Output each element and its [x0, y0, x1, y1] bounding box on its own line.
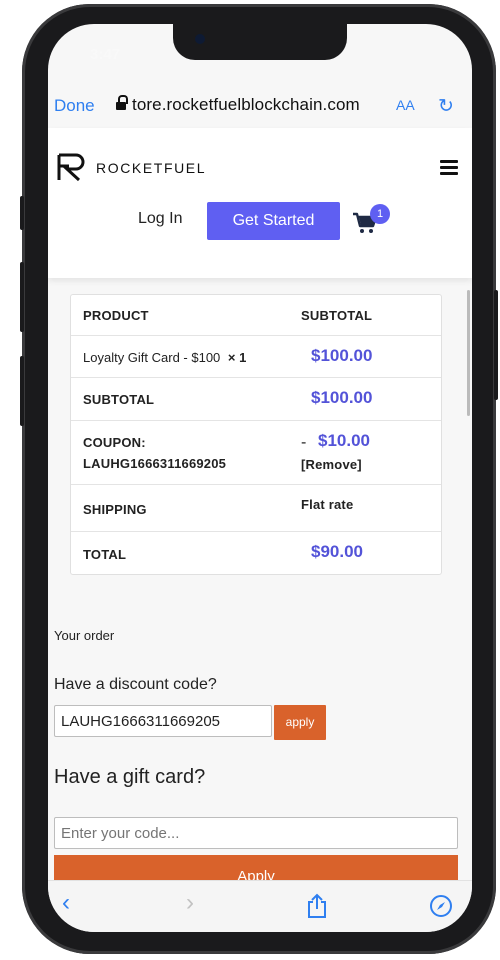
text-size-button[interactable]: AA: [396, 97, 415, 113]
browser-toolbar: ‹ ›: [48, 880, 472, 932]
gift-card-input[interactable]: [54, 817, 458, 849]
item-name-text: Loyalty Gift Card - $100: [83, 350, 221, 365]
forward-icon[interactable]: ›: [186, 891, 194, 915]
total-value: $90.00: [311, 542, 363, 561]
coupon-remove-link[interactable]: [Remove]: [301, 457, 362, 472]
discount-label: Have a discount code?: [54, 676, 217, 693]
item-price: $100.00: [311, 346, 373, 365]
your-order-label: Your order: [54, 628, 115, 643]
coupon-code: LAUHG1666311669205: [83, 456, 227, 471]
total-label: TOTAL: [83, 547, 127, 562]
coupon-value: $10.00: [318, 431, 370, 450]
logo[interactable]: ROCKETFUEL: [56, 152, 256, 182]
shipping-value: Flat rate: [301, 497, 354, 512]
side-button-silent: [20, 196, 24, 230]
brand-name: ROCKETFUEL: [96, 160, 207, 176]
table-row-shipping: SHIPPING Flat rate: [71, 485, 441, 532]
shipping-label: SHIPPING: [83, 502, 147, 517]
side-button-volume-down: [20, 356, 24, 426]
coupon-label: COUPON:: [83, 435, 146, 450]
side-button-power: [494, 290, 498, 400]
col-subtotal: SUBTOTAL: [301, 308, 373, 323]
lock-icon: [116, 95, 128, 112]
col-product: PRODUCT: [83, 308, 149, 323]
site-header: ROCKETFUEL Log In Get Started 1: [48, 128, 472, 278]
gift-card-label: Have a gift card?: [54, 766, 206, 788]
reload-icon[interactable]: ↻: [438, 95, 454, 118]
login-link[interactable]: Log In: [138, 210, 182, 228]
compass-icon[interactable]: [429, 894, 453, 918]
coupon-minus: -: [301, 434, 307, 451]
table-row-coupon: COUPON: LAUHG1666311669205 - $10.00 [Rem…: [71, 421, 441, 485]
table-row-subtotal: SUBTOTAL $100.00: [71, 378, 441, 421]
back-icon[interactable]: ‹: [62, 891, 70, 915]
get-started-button[interactable]: Get Started: [207, 202, 340, 240]
camera: [195, 34, 205, 44]
discount-code-input[interactable]: [54, 705, 272, 737]
url-text[interactable]: tore.rocketfuelblockchain.com: [132, 95, 360, 115]
apply-discount-button[interactable]: apply: [274, 705, 326, 740]
order-table: PRODUCT SUBTOTAL Loyalty Gift Card - $10…: [70, 294, 442, 575]
scrollbar[interactable]: [467, 290, 470, 416]
address-bar: Done tore.rocketfuelblockchain.com AA ↻: [48, 84, 472, 128]
notch: [173, 24, 347, 60]
menu-icon[interactable]: [440, 160, 458, 175]
phone-screen: 3:47 Done tore.rocketfuelblockchain.com …: [48, 24, 472, 932]
rocketfuel-logo-icon: [57, 153, 85, 182]
done-button[interactable]: Done: [54, 96, 95, 116]
subtotal-value: $100.00: [311, 388, 373, 407]
subtotal-label: SUBTOTAL: [83, 392, 155, 407]
cart-count-badge: 1: [370, 204, 390, 224]
table-header-row: PRODUCT SUBTOTAL: [71, 295, 441, 336]
item-qty: × 1: [227, 350, 247, 365]
status-time: 3:47: [90, 46, 121, 63]
side-button-volume-up: [20, 262, 24, 332]
table-row-total: TOTAL $90.00: [71, 532, 441, 574]
item-name: Loyalty Gift Card - $100 × 1: [83, 350, 246, 365]
share-icon[interactable]: [306, 893, 328, 919]
table-row-item: Loyalty Gift Card - $100 × 1 $100.00: [71, 336, 441, 378]
